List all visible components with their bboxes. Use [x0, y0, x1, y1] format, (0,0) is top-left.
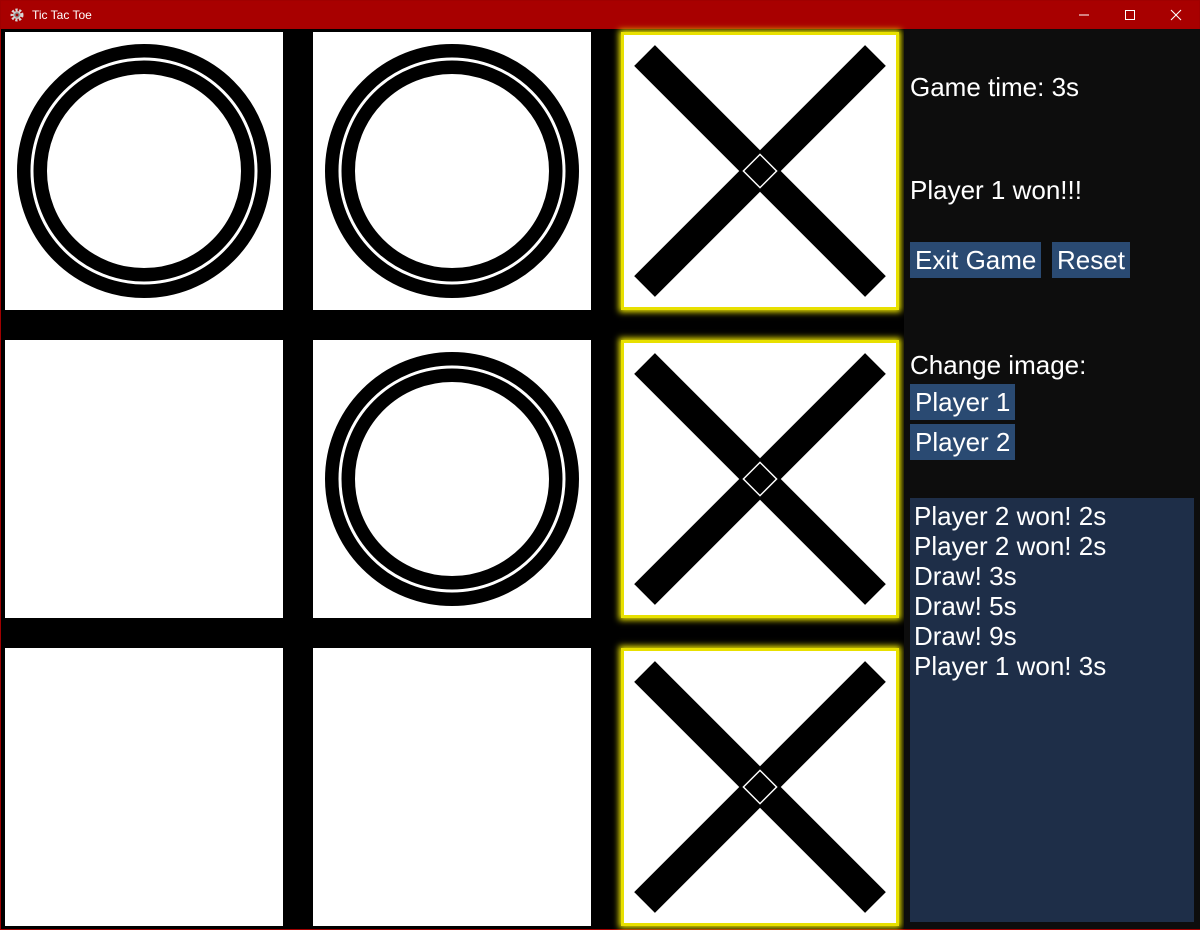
- x-mark-icon: [634, 45, 886, 297]
- close-icon[interactable]: [1153, 1, 1199, 29]
- player2-image-button[interactable]: Player 2: [910, 424, 1016, 460]
- game-history-list[interactable]: Player 2 won! 2s Player 2 won! 2s Draw! 3s…: [910, 498, 1194, 922]
- window-title: Tic Tac Toe: [32, 8, 92, 22]
- cell-top-right[interactable]: [621, 32, 899, 310]
- title-bar[interactable]: Tic Tac Toe: [1, 1, 1199, 29]
- cell-top-left[interactable]: [5, 32, 283, 310]
- player1-image-button[interactable]: Player 1: [910, 384, 1016, 420]
- exit-game-button[interactable]: Exit Game: [910, 242, 1042, 278]
- cell-top-center[interactable]: [313, 32, 591, 310]
- cell-middle-left[interactable]: [5, 340, 283, 618]
- o-mark-icon: [325, 44, 579, 298]
- minimize-icon[interactable]: [1061, 1, 1107, 29]
- cell-bottom-right[interactable]: [621, 648, 899, 926]
- maximize-icon[interactable]: [1107, 1, 1153, 29]
- change-image-label: Change image:: [910, 350, 1087, 380]
- side-panel: Game time: 3s Player 1 won!!! Exit Game …: [904, 29, 1200, 929]
- history-item[interactable]: Player 1 won! 3s: [914, 651, 1190, 681]
- history-item[interactable]: Player 2 won! 2s: [914, 501, 1190, 531]
- history-item[interactable]: Draw! 9s: [914, 621, 1190, 651]
- history-item[interactable]: Player 2 won! 2s: [914, 531, 1190, 561]
- o-mark-icon: [17, 44, 271, 298]
- x-mark-icon: [634, 661, 886, 913]
- game-status: Player 1 won!!!: [910, 175, 1082, 205]
- reset-button[interactable]: Reset: [1052, 242, 1130, 278]
- game-window: Tic Tac Toe Game time: 3s Player 1 won!!…: [0, 0, 1200, 930]
- cell-bottom-left[interactable]: [5, 648, 283, 926]
- o-mark-icon: [325, 352, 579, 606]
- gear-icon: [8, 6, 26, 24]
- history-item[interactable]: Draw! 3s: [914, 561, 1190, 591]
- game-board: [2, 29, 904, 929]
- x-mark-icon: [634, 353, 886, 605]
- cell-bottom-center[interactable]: [313, 648, 591, 926]
- cell-middle-right[interactable]: [621, 340, 899, 618]
- history-item[interactable]: Draw! 5s: [914, 591, 1190, 621]
- game-time: Game time: 3s: [910, 72, 1080, 102]
- cell-middle-center[interactable]: [313, 340, 591, 618]
